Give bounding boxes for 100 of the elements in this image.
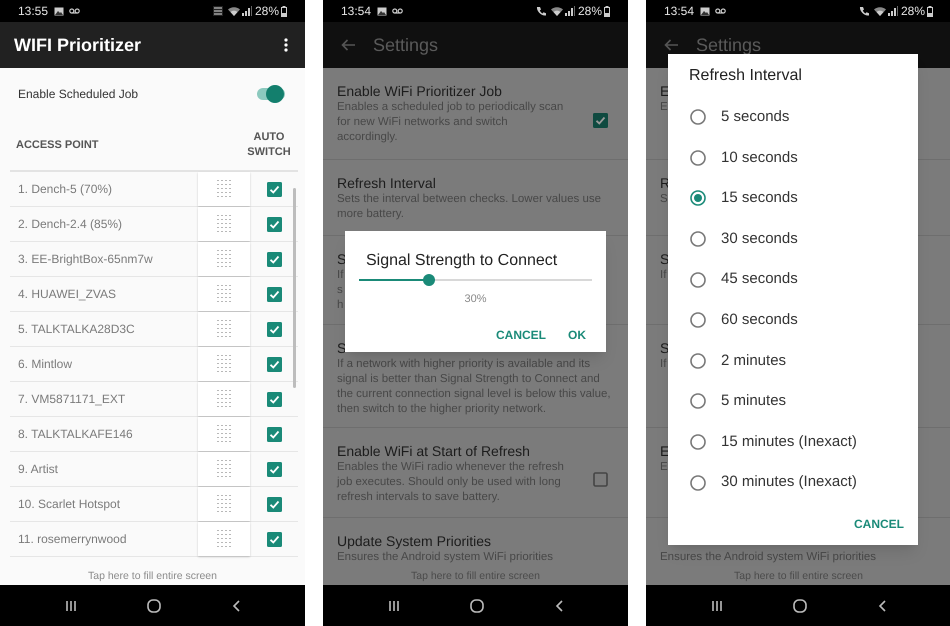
radio-option[interactable]: 15 minutes (Inexact): [668, 422, 918, 462]
drag-handle[interactable]: [198, 382, 250, 416]
grid-dots-icon: [216, 179, 232, 199]
drag-handle[interactable]: [198, 347, 250, 381]
access-point-name: 1. Dench-5 (70%): [17, 181, 114, 198]
radio-option[interactable]: 5 minutes: [668, 381, 918, 422]
app-title: WIFI Prioritizer: [14, 34, 142, 56]
radio-button[interactable]: [690, 434, 706, 450]
grid-dots-icon: [216, 494, 232, 514]
phone-icon: [858, 6, 869, 16]
access-point-name: 8. TALKTALKAFE146: [17, 426, 134, 443]
battery-percent: 28%: [900, 3, 925, 20]
dialog-title: Refresh Interval: [689, 66, 803, 86]
back-arrow-icon[interactable]: [664, 39, 678, 51]
drag-handle[interactable]: [198, 487, 250, 521]
grid-dots-icon: [216, 529, 232, 549]
checkbox[interactable]: [266, 392, 282, 406]
access-point-name: 9. Artist: [17, 461, 60, 478]
radio-button[interactable]: [690, 150, 706, 166]
grid-dots-icon: [216, 214, 232, 234]
signal-icon: [888, 6, 898, 16]
access-point-name: 7. VM5871171_EXT: [17, 391, 126, 408]
scrollbar[interactable]: [293, 188, 296, 388]
access-point-name: 6. Mintlow: [17, 356, 74, 373]
dialog-button[interactable]: CANCEL: [492, 326, 550, 344]
setting-title: E: [660, 82, 670, 100]
drag-handle[interactable]: [198, 242, 250, 276]
back-icon[interactable]: [878, 600, 886, 612]
radio-button[interactable]: [690, 312, 706, 328]
checkbox[interactable]: [593, 113, 608, 128]
checkbox[interactable]: [266, 216, 282, 232]
drag-handle[interactable]: [198, 172, 250, 206]
access-point-name: 3. EE-BrightBox-65nm7w: [17, 251, 154, 268]
grid-dots-icon: [216, 389, 232, 409]
radio-button[interactable]: [690, 231, 706, 248]
grid-dots-icon: [216, 319, 232, 339]
radio-option[interactable]: 45 seconds: [668, 259, 918, 300]
recent-apps-icon[interactable]: [65, 600, 78, 612]
checkbox[interactable]: [266, 322, 282, 336]
status-time: 13:54: [664, 3, 694, 20]
battery-icon: [927, 6, 933, 16]
setting-title: Enable WiFi Prioritizer Job: [337, 82, 502, 100]
image-icon: [54, 6, 64, 16]
checkbox[interactable]: [266, 356, 282, 372]
radio-option[interactable]: 60 seconds: [668, 300, 918, 341]
radio-button[interactable]: [690, 272, 706, 288]
grid-dots-icon: [216, 249, 232, 269]
access-point-name: 5. TALKTALKA28D3C: [17, 321, 136, 338]
battery-percent: 28%: [254, 3, 279, 20]
back-icon[interactable]: [232, 600, 240, 612]
grid-dots-icon: [216, 284, 232, 304]
wifi-icon: [228, 6, 240, 16]
app-title: Settings: [696, 34, 762, 56]
checkbox[interactable]: [266, 182, 282, 196]
home-icon[interactable]: [147, 598, 162, 612]
dialog-button[interactable]: OK: [564, 326, 590, 344]
toggle-switch[interactable]: [257, 84, 285, 104]
more-options-icon[interactable]: [284, 38, 288, 52]
signal-icon: [242, 6, 252, 16]
column-header: AUTO SWITCH: [246, 130, 292, 160]
drag-handle[interactable]: [198, 417, 250, 451]
wifi-icon: [550, 6, 563, 16]
checkbox[interactable]: [266, 426, 282, 442]
checkbox[interactable]: [266, 496, 282, 512]
checkbox[interactable]: [593, 472, 608, 487]
access-point-name: 11. rosemerrynwood: [17, 531, 128, 548]
home-icon[interactable]: [793, 598, 808, 612]
dialog-button[interactable]: CANCEL: [850, 514, 908, 533]
radio-button[interactable]: [690, 352, 706, 369]
drag-handle[interactable]: [198, 277, 250, 311]
voicemail-icon: [715, 8, 726, 14]
radio-button[interactable]: [690, 393, 706, 410]
slider-thumb[interactable]: [422, 274, 435, 286]
back-arrow-icon[interactable]: [341, 39, 355, 51]
home-icon[interactable]: [470, 598, 484, 612]
checkbox[interactable]: [266, 462, 282, 476]
drag-handle[interactable]: [198, 207, 250, 241]
radio-option[interactable]: 10 seconds: [668, 138, 918, 178]
drag-handle[interactable]: [198, 452, 250, 486]
access-point-name: 2. Dench-2.4 (85%): [17, 216, 124, 233]
radio-option[interactable]: 2 minutes: [668, 340, 918, 382]
recent-apps-icon[interactable]: [388, 600, 400, 612]
radio-option[interactable]: 30 seconds: [668, 218, 918, 260]
radio-button[interactable]: [690, 474, 706, 491]
status-time: 13:54: [341, 3, 372, 20]
radio-option[interactable]: 5 seconds: [668, 97, 918, 138]
radio-option[interactable]: 15 seconds: [668, 178, 918, 219]
grid-dots-icon: [216, 424, 232, 444]
setting-title: Update System Priorities: [337, 532, 492, 550]
checkbox[interactable]: [266, 532, 282, 546]
drag-handle[interactable]: [198, 522, 250, 556]
drag-handle[interactable]: [198, 312, 250, 346]
back-icon[interactable]: [554, 600, 563, 612]
radio-option[interactable]: 30 minutes (Inexact): [668, 462, 918, 503]
checkbox[interactable]: [266, 252, 282, 266]
checkbox[interactable]: [266, 286, 282, 302]
radio-button[interactable]: [690, 190, 706, 206]
access-point-name: 10. Scarlet Hotspot: [17, 496, 122, 513]
radio-button[interactable]: [690, 109, 706, 126]
recent-apps-icon[interactable]: [711, 600, 724, 612]
